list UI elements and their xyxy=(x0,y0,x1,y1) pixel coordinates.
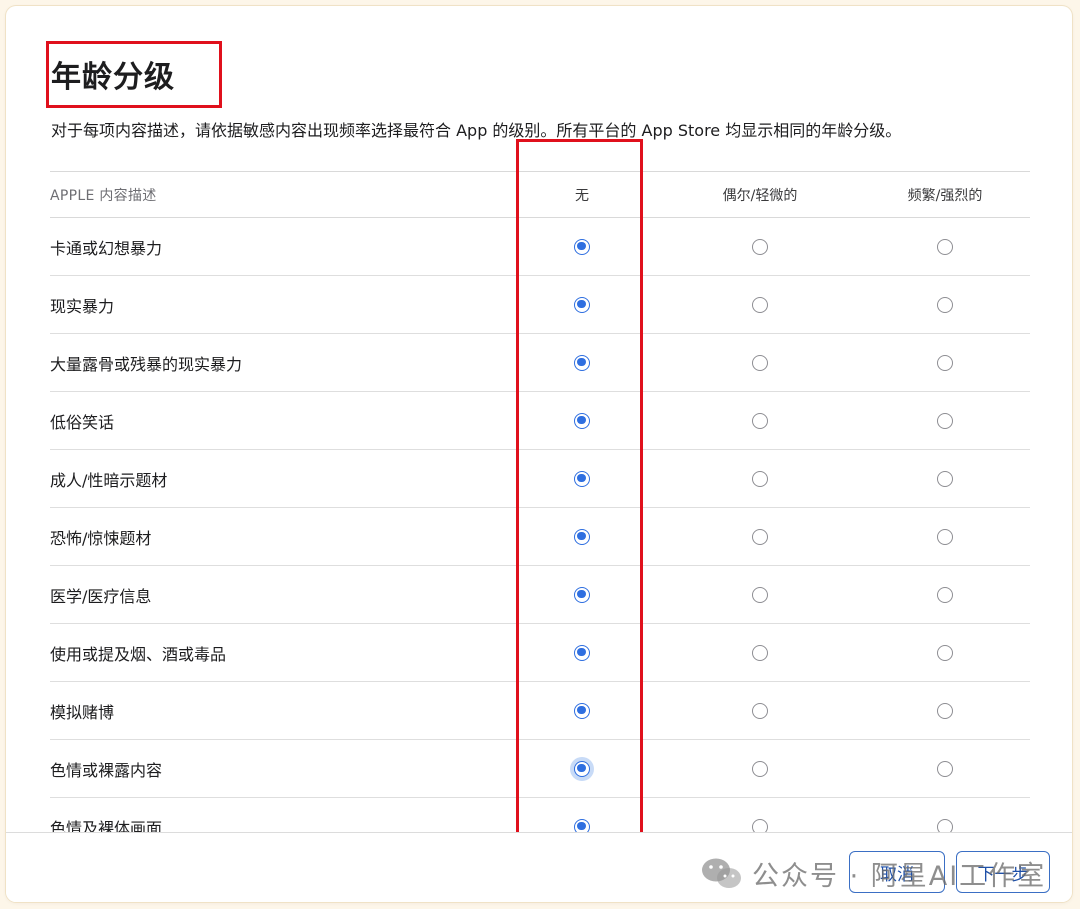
cell-occasional xyxy=(660,586,860,603)
radio-none[interactable] xyxy=(574,412,590,429)
cell-frequent xyxy=(860,354,1030,371)
cell-frequent xyxy=(860,296,1030,313)
cell-frequent xyxy=(860,702,1030,719)
cell-frequent xyxy=(860,470,1030,487)
title-highlight-box xyxy=(46,41,222,108)
cell-occasional xyxy=(660,470,860,487)
radio-occasional[interactable] xyxy=(752,470,768,487)
cell-occasional xyxy=(660,760,860,777)
cell-occasional xyxy=(660,354,860,371)
cell-none xyxy=(504,760,660,777)
row-label: 成人/性暗示题材 xyxy=(50,470,168,490)
header-content-description: APPLE 内容描述 xyxy=(50,187,157,204)
radio-none[interactable] xyxy=(574,760,590,777)
cell-none xyxy=(504,296,660,313)
radio-frequent[interactable] xyxy=(937,354,953,371)
cell-frequent xyxy=(860,586,1030,603)
table-row: 色情或裸露内容 xyxy=(50,740,1030,798)
age-rating-dialog: 年龄分级 对于每项内容描述，请依据敏感内容出现频率选择最符合 App 的级别。所… xyxy=(6,6,1072,902)
radio-occasional[interactable] xyxy=(752,354,768,371)
cancel-button[interactable]: 取消 xyxy=(849,851,945,893)
table-row: 大量露骨或残暴的现实暴力 xyxy=(50,334,1030,392)
header-none: 无 xyxy=(575,187,589,204)
radio-frequent[interactable] xyxy=(937,528,953,545)
row-label: 卡通或幻想暴力 xyxy=(50,238,163,258)
page-description: 对于每项内容描述，请依据敏感内容出现频率选择最符合 App 的级别。所有平台的 … xyxy=(51,121,902,140)
row-label: 恐怖/惊悚题材 xyxy=(50,528,152,548)
table-row: 使用或提及烟、酒或毒品 xyxy=(50,624,1030,682)
row-label: 模拟赌博 xyxy=(50,702,115,722)
radio-occasional[interactable] xyxy=(752,760,768,777)
cell-none xyxy=(504,586,660,603)
table-row: 恐怖/惊悚题材 xyxy=(50,508,1030,566)
cell-none xyxy=(504,412,660,429)
table-row: 低俗笑话 xyxy=(50,392,1030,450)
radio-occasional[interactable] xyxy=(752,644,768,661)
radio-none[interactable] xyxy=(574,354,590,371)
row-label: 低俗笑话 xyxy=(50,412,115,432)
radio-none[interactable] xyxy=(574,644,590,661)
radio-none[interactable] xyxy=(574,470,590,487)
row-label: 大量露骨或残暴的现实暴力 xyxy=(50,354,243,374)
table-row: 医学/医疗信息 xyxy=(50,566,1030,624)
radio-frequent[interactable] xyxy=(937,644,953,661)
cell-occasional xyxy=(660,238,860,255)
cell-frequent xyxy=(860,528,1030,545)
cell-occasional xyxy=(660,528,860,545)
table-header: APPLE 内容描述 无 偶尔/轻微的 频繁/强烈的 xyxy=(50,172,1030,218)
radio-occasional[interactable] xyxy=(752,528,768,545)
header-frequent: 频繁/强烈的 xyxy=(907,187,983,204)
cell-occasional xyxy=(660,644,860,661)
cell-occasional xyxy=(660,702,860,719)
table-body: 卡通或幻想暴力 现实暴力大量露骨或残暴的现实暴力 低俗笑话成人/性暗示题材 恐怖/惊悚… xyxy=(50,218,1030,856)
row-label: 使用或提及烟、酒或毒品 xyxy=(50,644,227,664)
content-rating-table: APPLE 内容描述 无 偶尔/轻微的 频繁/强烈的 卡通或幻想暴力 现实暴力大量… xyxy=(50,171,1030,856)
row-label: 色情或裸露内容 xyxy=(50,760,163,780)
radio-none[interactable] xyxy=(574,702,590,719)
cell-none xyxy=(504,238,660,255)
table-row: 卡通或幻想暴力 xyxy=(50,218,1030,276)
cell-occasional xyxy=(660,412,860,429)
cell-none xyxy=(504,528,660,545)
radio-frequent[interactable] xyxy=(937,296,953,313)
cell-occasional xyxy=(660,296,860,313)
cell-none xyxy=(504,470,660,487)
next-button[interactable]: 下一步 xyxy=(956,851,1050,893)
radio-none[interactable] xyxy=(574,238,590,255)
radio-none[interactable] xyxy=(574,528,590,545)
radio-occasional[interactable] xyxy=(752,412,768,429)
radio-none[interactable] xyxy=(574,296,590,313)
radio-occasional[interactable] xyxy=(752,702,768,719)
row-label: 现实暴力 xyxy=(50,296,115,316)
row-label: 医学/医疗信息 xyxy=(50,586,152,606)
radio-frequent[interactable] xyxy=(937,238,953,255)
radio-frequent[interactable] xyxy=(937,702,953,719)
cell-none xyxy=(504,702,660,719)
table-row: 成人/性暗示题材 xyxy=(50,450,1030,508)
table-row: 现实暴力 xyxy=(50,276,1030,334)
radio-frequent[interactable] xyxy=(937,470,953,487)
radio-frequent[interactable] xyxy=(937,586,953,603)
dialog-footer: 取消 下一步 xyxy=(6,832,1072,902)
cell-frequent xyxy=(860,412,1030,429)
radio-frequent[interactable] xyxy=(937,412,953,429)
radio-occasional[interactable] xyxy=(752,238,768,255)
cell-frequent xyxy=(860,238,1030,255)
cell-frequent xyxy=(860,644,1030,661)
cell-none xyxy=(504,644,660,661)
radio-occasional[interactable] xyxy=(752,296,768,313)
table-row: 模拟赌博 xyxy=(50,682,1030,740)
cell-none xyxy=(504,354,660,371)
radio-frequent[interactable] xyxy=(937,760,953,777)
radio-none[interactable] xyxy=(574,586,590,603)
header-occasional: 偶尔/轻微的 xyxy=(722,187,798,204)
cell-frequent xyxy=(860,760,1030,777)
radio-occasional[interactable] xyxy=(752,586,768,603)
